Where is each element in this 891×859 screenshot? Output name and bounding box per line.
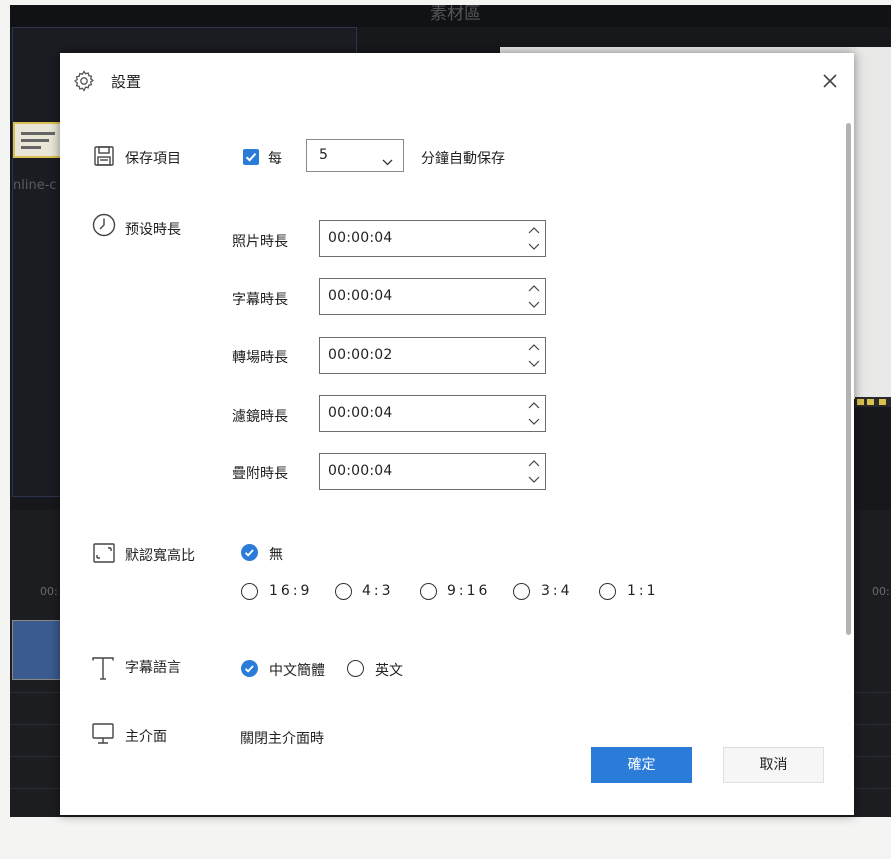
subtitle-duration-value: 00:00:04 xyxy=(328,288,393,304)
transition-duration-label: 轉場時長 xyxy=(232,350,288,366)
subtitle-language-option-label: 中文簡體 xyxy=(269,663,325,679)
overlay-duration-value: 00:00:04 xyxy=(328,463,393,479)
aspect-ratio-radio-9-16[interactable] xyxy=(420,583,437,600)
aspect-ratio-option-label: 16:9 xyxy=(269,583,313,599)
chevron-up-icon[interactable] xyxy=(523,280,545,297)
autosave-label: 保存項目 xyxy=(125,151,181,167)
aspect-ratio-radio-3-4[interactable] xyxy=(513,583,530,600)
chevron-down-icon[interactable] xyxy=(523,414,545,431)
settings-dialog: 設置 保存項目 每 5 分鐘自動保存 预设時長 照片時長 00:00:04 字幕… xyxy=(60,53,854,815)
photo-duration-input[interactable]: 00:00:04 xyxy=(319,220,546,257)
text-icon xyxy=(90,655,116,681)
autosave-checkbox[interactable] xyxy=(243,149,259,165)
scrollbar-thumb[interactable] xyxy=(846,123,851,635)
ok-button[interactable]: 確定 xyxy=(591,747,692,783)
chevron-up-icon[interactable] xyxy=(523,455,545,472)
aspect-ratio-radio-1-1[interactable] xyxy=(599,583,616,600)
chevron-up-icon[interactable] xyxy=(523,397,545,414)
close-icon[interactable] xyxy=(816,67,844,95)
filter-duration-label: 濾鏡時長 xyxy=(232,409,288,425)
aspect-ratio-option-label: 3:4 xyxy=(541,583,573,599)
app-top-bar: 素材區 xyxy=(10,5,891,27)
chevron-down-icon[interactable] xyxy=(523,239,545,256)
aspect-ratio-icon xyxy=(91,540,117,566)
app-panel-title: 素材區 xyxy=(430,5,481,24)
chevron-down-icon[interactable] xyxy=(523,356,545,373)
monitor-icon xyxy=(90,721,116,747)
dialog-title: 設置 xyxy=(111,73,142,91)
aspect-ratio-option-label: 9:16 xyxy=(447,583,491,599)
main-interface-label: 主介面 xyxy=(125,729,167,745)
gear-icon xyxy=(72,69,96,93)
aspect-ratio-option-label: 無 xyxy=(269,547,283,563)
default-duration-label: 预设時長 xyxy=(125,222,181,238)
dialog-scrollbar[interactable] xyxy=(844,123,852,809)
aspect-ratio-option-label: 4:3 xyxy=(362,583,394,599)
subtitle-language-option-label: 英文 xyxy=(375,663,403,679)
media-file-name: nline-c xyxy=(13,178,57,193)
aspect-ratio-radio-none[interactable] xyxy=(241,544,258,561)
chevron-down-icon[interactable] xyxy=(523,472,545,489)
timeline-tick-label: 00: xyxy=(40,585,58,598)
filter-duration-input[interactable]: 00:00:04 xyxy=(319,395,546,432)
transition-duration-value: 00:00:02 xyxy=(328,347,393,363)
subtitle-duration-label: 字幕時長 xyxy=(232,292,288,308)
chevron-down-icon xyxy=(382,151,393,166)
overlay-duration-label: 疊附時長 xyxy=(232,466,288,482)
main-interface-text: 關閉主介面時 xyxy=(240,731,324,747)
preview-toolbar xyxy=(855,397,891,407)
chevron-up-icon[interactable] xyxy=(523,222,545,239)
photo-duration-label: 照片時長 xyxy=(232,234,288,250)
autosave-interval-select[interactable]: 5 xyxy=(306,139,404,172)
subtitle-language-label: 字幕語言 xyxy=(125,660,181,676)
clock-icon xyxy=(91,212,117,238)
timeline-clip[interactable] xyxy=(12,620,62,680)
autosave-checkbox-label: 每 xyxy=(268,151,282,167)
aspect-ratio-option-label: 1:1 xyxy=(627,583,659,599)
transition-duration-input[interactable]: 00:00:02 xyxy=(319,337,546,374)
autosave-interval-value: 5 xyxy=(319,147,328,163)
filter-duration-value: 00:00:04 xyxy=(328,405,393,421)
subtitle-duration-input[interactable]: 00:00:04 xyxy=(319,278,546,315)
aspect-ratio-radio-16-9[interactable] xyxy=(241,583,258,600)
save-icon xyxy=(92,144,118,170)
cancel-button[interactable]: 取消 xyxy=(723,747,824,783)
aspect-ratio-label: 默認寬高比 xyxy=(125,548,195,564)
overlay-duration-input[interactable]: 00:00:04 xyxy=(319,453,546,490)
photo-duration-value: 00:00:04 xyxy=(328,230,393,246)
chevron-up-icon[interactable] xyxy=(523,339,545,356)
timeline-tick-label: 00: xyxy=(872,585,890,598)
autosave-suffix: 分鐘自動保存 xyxy=(421,151,505,167)
subtitle-language-radio-chinese[interactable] xyxy=(241,660,258,677)
chevron-down-icon[interactable] xyxy=(523,297,545,314)
aspect-ratio-radio-4-3[interactable] xyxy=(335,583,352,600)
subtitle-language-radio-english[interactable] xyxy=(347,660,364,677)
